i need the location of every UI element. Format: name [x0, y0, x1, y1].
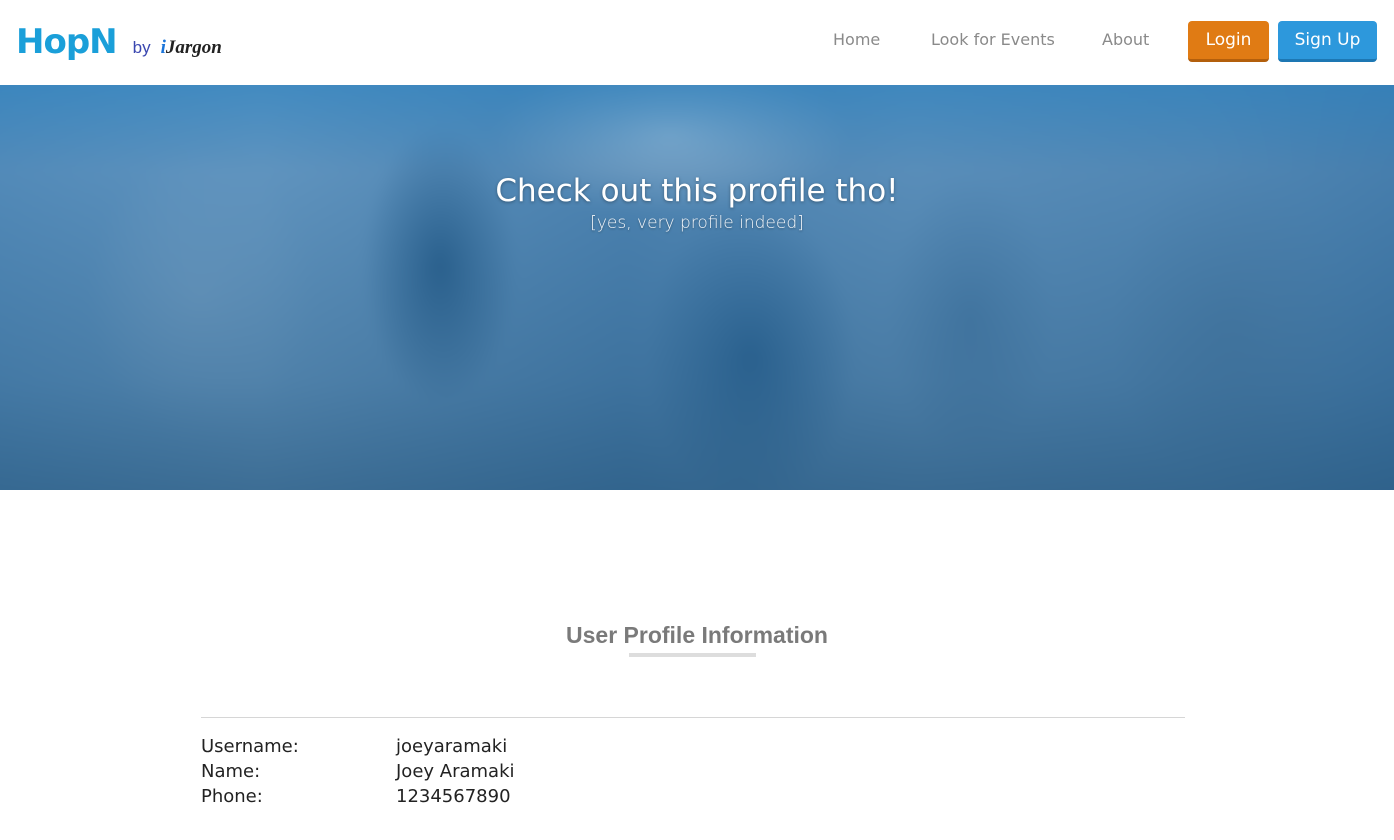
profile-section-title: User Profile Information [566, 622, 828, 648]
nav-links: Home Look for Events About [0, 30, 1394, 54]
nav-link-look-for-events[interactable]: Look for Events [931, 30, 1055, 49]
profile-value: 1234567890 [396, 786, 511, 807]
profile-label: Username: [201, 736, 299, 757]
login-button[interactable]: Login [1188, 21, 1269, 62]
section-divider [201, 717, 1185, 718]
profile-label: Name: [201, 761, 261, 782]
title-underline [629, 653, 756, 657]
nav-link-about[interactable]: About [1102, 30, 1149, 49]
hero-banner: Check out this profile tho! [yes, very p… [0, 85, 1394, 490]
profile-value: Joey Aramaki [396, 761, 515, 782]
profile-label: Phone: [201, 786, 263, 807]
hero-subtitle: [yes, very profile indeed] [590, 213, 804, 233]
nav-link-home[interactable]: Home [833, 30, 880, 49]
hero-title: Check out this profile tho! [495, 173, 899, 209]
top-navbar: HopN by iJargon Home Look for Events Abo… [0, 0, 1394, 85]
profile-value: joeyaramaki [396, 736, 508, 757]
hero-background-image [0, 85, 1394, 490]
signup-button[interactable]: Sign Up [1278, 21, 1377, 62]
